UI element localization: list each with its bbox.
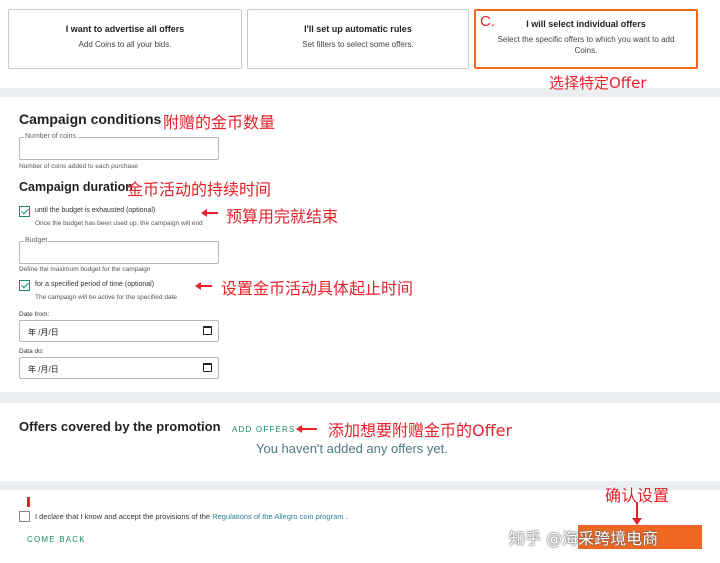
declare-checkbox[interactable] <box>19 511 30 522</box>
option-c-tag: C. <box>480 13 495 30</box>
offers-title: Offers covered by the promotion <box>19 419 221 434</box>
conditions-title: Campaign conditions <box>19 111 162 127</box>
date-from-value: 年 /月/日 <box>28 328 59 337</box>
note-select-offer: 选择特定Offer <box>549 74 647 92</box>
budget-check-hint: Once the budget has been used up, the ca… <box>35 220 203 227</box>
watermark-text: 知乎 @海采跨境电商 <box>509 529 659 548</box>
come-back-button[interactable]: COME BACK <box>27 535 86 544</box>
budget-input[interactable] <box>19 241 219 264</box>
date-to-input[interactable]: 年 /月/日 <box>19 357 219 379</box>
offers-empty-text: You haven't added any offers yet. <box>256 441 448 456</box>
option-automatic-rules[interactable]: I'll set up automatic rules Set filters … <box>247 9 469 69</box>
date-from-label: Date from: <box>19 311 50 318</box>
arrow-add-offers-icon <box>296 425 317 432</box>
option-individual-offers[interactable]: C. I will select individual offers Selec… <box>474 9 698 69</box>
option-all-title: I want to advertise all offers <box>65 24 185 34</box>
regulations-link[interactable]: Regulations of the Allegro coin program <box>212 512 343 521</box>
coins-hint: Number of coins added to each purchase <box>19 163 138 170</box>
coins-label: Number of coins <box>24 133 77 140</box>
date-to-value: 年 /月/日 <box>28 365 59 374</box>
note-add-offers: 添加想要附赠金币的Offer <box>328 421 513 440</box>
declare-suffix: . <box>343 512 348 521</box>
date-from-input[interactable]: 年 /月/日 <box>19 320 219 342</box>
period-checkbox[interactable] <box>19 280 30 291</box>
budget-hint: Define the maximum budget for the campai… <box>19 266 151 273</box>
date-to-label: Data do: <box>19 348 44 355</box>
option-all-desc: Add Coins to all your bids. <box>78 40 172 49</box>
option-all-offers[interactable]: I want to advertise all offers Add Coins… <box>8 9 242 69</box>
period-check-label: for a specified period of time (optional… <box>35 281 155 288</box>
arrow-budget-icon <box>201 209 218 216</box>
option-individual-title: I will select individual offers <box>526 19 646 29</box>
note-budget-end: 预算用完就结束 <box>226 207 339 226</box>
duration-title: Campaign duration <box>19 180 133 194</box>
calendar-icon[interactable] <box>203 363 212 372</box>
note-duration: 金币活动的持续时间 <box>127 180 272 199</box>
add-offers-button[interactable]: ADD OFFERS <box>232 425 296 434</box>
option-rules-desc: Set filters to select some offers. <box>302 40 414 49</box>
note-coin-amount: 附赠的金币数量 <box>163 113 276 132</box>
arrow-confirm-head <box>632 518 642 525</box>
declare-text: I declare that I know and accept the pro… <box>35 512 348 521</box>
period-check-hint: The campaign will be active for the spec… <box>35 294 177 301</box>
arrow-period-icon <box>195 282 212 289</box>
coins-input[interactable] <box>19 137 219 160</box>
budget-checkbox[interactable] <box>19 206 30 217</box>
budget-check-label: until the budget is exhausted (optional) <box>35 207 156 214</box>
option-rules-title: I'll set up automatic rules <box>304 24 412 34</box>
calendar-icon[interactable] <box>203 326 212 335</box>
asterisk-mark <box>27 497 30 507</box>
budget-label: Budget <box>24 237 49 244</box>
option-individual-desc: Select the specific offers to which you … <box>497 35 675 55</box>
declare-prefix: I declare that I know and accept the pro… <box>35 512 213 521</box>
note-period: 设置金币活动具体起止时间 <box>221 279 414 298</box>
